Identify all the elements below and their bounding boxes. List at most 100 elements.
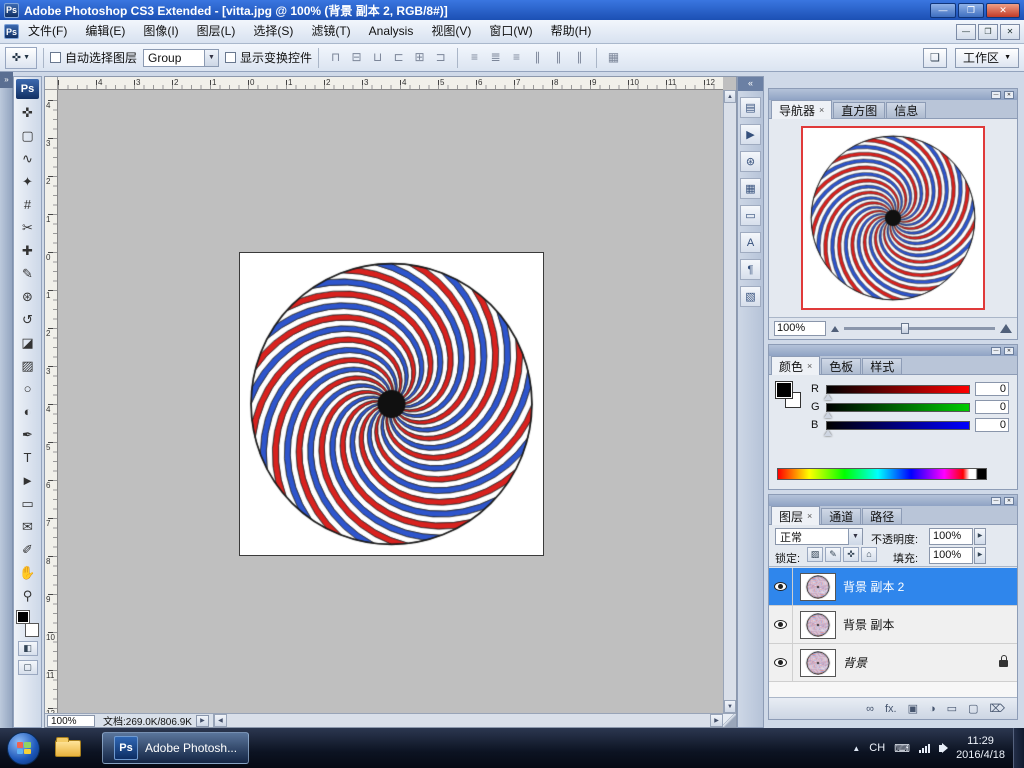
layer-thumbnail[interactable] (800, 573, 836, 601)
clock[interactable]: 11:29 2016/4/18 (956, 734, 1005, 762)
menu-edit[interactable]: 编辑(E) (76, 20, 134, 43)
current-tool-preview[interactable]: ✜ ▼ (5, 47, 37, 69)
dock-layer-comps-panel-icon[interactable]: ▦ (740, 178, 761, 199)
blur-tool[interactable]: ○ (15, 377, 40, 400)
auto-select-checkbox[interactable] (50, 52, 61, 63)
layer-visibility-toggle[interactable] (769, 606, 793, 643)
color-swatch-control[interactable] (15, 610, 40, 637)
scroll-right-button[interactable]: ▶ (710, 714, 723, 727)
layer-row-background-copy[interactable]: 背景 副本 (769, 606, 1017, 644)
panel-minimize-button[interactable]: — (991, 347, 1001, 355)
auto-select-layer-option[interactable]: 自动选择图层 (50, 49, 137, 66)
navigator-proxy-view[interactable] (801, 126, 985, 310)
zoom-tool[interactable]: ⚲ (15, 584, 40, 607)
tab-channels[interactable]: 通道 (821, 508, 861, 524)
channel-value-input[interactable]: 0 (975, 382, 1009, 396)
scroll-up-button[interactable]: ▲ (724, 90, 736, 103)
chevron-down-icon[interactable]: ▼ (848, 529, 862, 545)
notes-tool[interactable]: ✉ (15, 515, 40, 538)
tab-close-icon[interactable]: × (807, 361, 812, 371)
shape-tool[interactable]: ▭ (15, 492, 40, 515)
document-minimize-button[interactable]: — (956, 24, 976, 40)
slider-thumb[interactable] (824, 412, 832, 418)
taskbar-photoshop-button[interactable]: Ps Adobe Photosh... (102, 732, 249, 764)
panel-minimize-button[interactable]: — (991, 497, 1001, 505)
tab-layers[interactable]: 图层× (771, 506, 820, 525)
crop-tool[interactable]: # (15, 193, 40, 216)
distribute-right-button[interactable]: ∥ (569, 48, 590, 68)
tab-close-icon[interactable]: × (819, 105, 824, 115)
auto-align-button[interactable]: ▦ (603, 48, 624, 68)
panel-close-button[interactable]: ✕ (1004, 91, 1014, 99)
blend-mode-dropdown[interactable]: 正常 ▼ (775, 528, 863, 545)
tab-color[interactable]: 颜色× (771, 356, 820, 375)
zoom-out-icon[interactable] (831, 326, 839, 332)
scroll-down-button[interactable]: ▼ (724, 700, 736, 713)
magic-wand-tool[interactable]: ✦ (15, 170, 40, 193)
channel-value-input[interactable]: 0 (975, 400, 1009, 414)
layer-thumbnail[interactable] (800, 611, 836, 639)
ruler-left[interactable]: 43210123456789101112 (45, 90, 58, 713)
layer-thumbnail[interactable] (800, 649, 836, 677)
expand-palettes-button[interactable]: « (738, 77, 763, 91)
healing-brush-tool[interactable]: ✚ (15, 239, 40, 262)
ruler-origin-corner[interactable] (45, 77, 58, 90)
align-top-button[interactable]: ⊓ (325, 48, 346, 68)
history-brush-tool[interactable]: ↺ (15, 308, 40, 331)
clone-stamp-tool[interactable]: ⊛ (15, 285, 40, 308)
layer-style-button[interactable]: fx. (885, 699, 897, 719)
hidden-icons-button[interactable]: ▲ (852, 744, 860, 753)
slider-thumb[interactable] (824, 430, 832, 436)
slider-thumb[interactable] (824, 394, 832, 400)
eyedropper-tool[interactable]: ✐ (15, 538, 40, 561)
menu-file[interactable]: 文件(F) (19, 20, 76, 43)
eraser-tool[interactable]: ◪ (15, 331, 40, 354)
show-desktop-button[interactable] (1013, 728, 1024, 768)
background-color-swatch[interactable] (25, 623, 39, 637)
rectangular-marquee-tool[interactable]: ▢ (15, 124, 40, 147)
lock-image-button[interactable]: ✎ (825, 547, 841, 562)
lasso-tool[interactable]: ∿ (15, 147, 40, 170)
dock-paragraph-panel-icon[interactable]: ¶ (740, 259, 761, 280)
navigator-zoom-input[interactable]: 100% (774, 321, 826, 336)
ruler-top[interactable]: 43210123456789101112 (58, 77, 723, 90)
distribute-horizontal-center-button[interactable]: ∥ (548, 48, 569, 68)
channel-value-input[interactable]: 0 (975, 418, 1009, 432)
canvas-viewport[interactable] (58, 90, 723, 713)
hand-tool[interactable]: ✋ (15, 561, 40, 584)
tab-swatches[interactable]: 色板 (821, 358, 861, 374)
align-left-button[interactable]: ⊏ (388, 48, 409, 68)
document-restore-button[interactable]: ❐ (978, 24, 998, 40)
screen-mode-button[interactable]: ▢ (18, 660, 38, 675)
align-bottom-button[interactable]: ⊔ (367, 48, 388, 68)
channel-slider[interactable] (826, 421, 970, 430)
delete-layer-button[interactable]: ⌦ (989, 699, 1005, 719)
dock-character-panel-icon[interactable]: A (740, 232, 761, 253)
input-method-indicator[interactable]: CH (869, 742, 885, 754)
menu-select[interactable]: 选择(S) (244, 20, 302, 43)
zoom-in-icon[interactable] (1000, 324, 1012, 333)
new-layer-button[interactable]: ▢ (968, 699, 978, 719)
dodge-tool[interactable]: ◐ (15, 400, 40, 423)
close-button[interactable]: ✕ (986, 3, 1020, 18)
align-vertical-center-button[interactable]: ⊟ (346, 48, 367, 68)
zoom-level-input[interactable]: 100% (47, 715, 95, 727)
horizontal-scrollbar[interactable]: ◀ ▶ (213, 714, 723, 727)
keyboard-icon[interactable]: ⌨ (894, 742, 910, 755)
volume-icon[interactable] (939, 745, 943, 752)
dock-brushes-panel-icon[interactable]: ▤ (740, 97, 761, 118)
workspace-button[interactable]: 工作区 ▼ (955, 48, 1019, 68)
dock-tool-presets-panel-icon[interactable]: ▶ (740, 124, 761, 145)
opacity-slider-arrow[interactable]: ▶ (974, 528, 986, 545)
channel-slider[interactable] (826, 385, 970, 394)
brush-tool[interactable]: ✎ (15, 262, 40, 285)
network-icon[interactable] (919, 744, 930, 753)
show-transform-controls-option[interactable]: 显示变换控件 (225, 49, 312, 66)
fill-input[interactable]: 100% (929, 547, 973, 564)
slice-tool[interactable]: ✂ (15, 216, 40, 239)
layer-row-background[interactable]: 背景 (769, 644, 1017, 682)
align-horizontal-center-button[interactable]: ⊞ (409, 48, 430, 68)
dock-animation-panel-icon[interactable]: ▭ (740, 205, 761, 226)
menu-filter[interactable]: 滤镜(T) (302, 20, 359, 43)
distribute-left-button[interactable]: ∥ (527, 48, 548, 68)
